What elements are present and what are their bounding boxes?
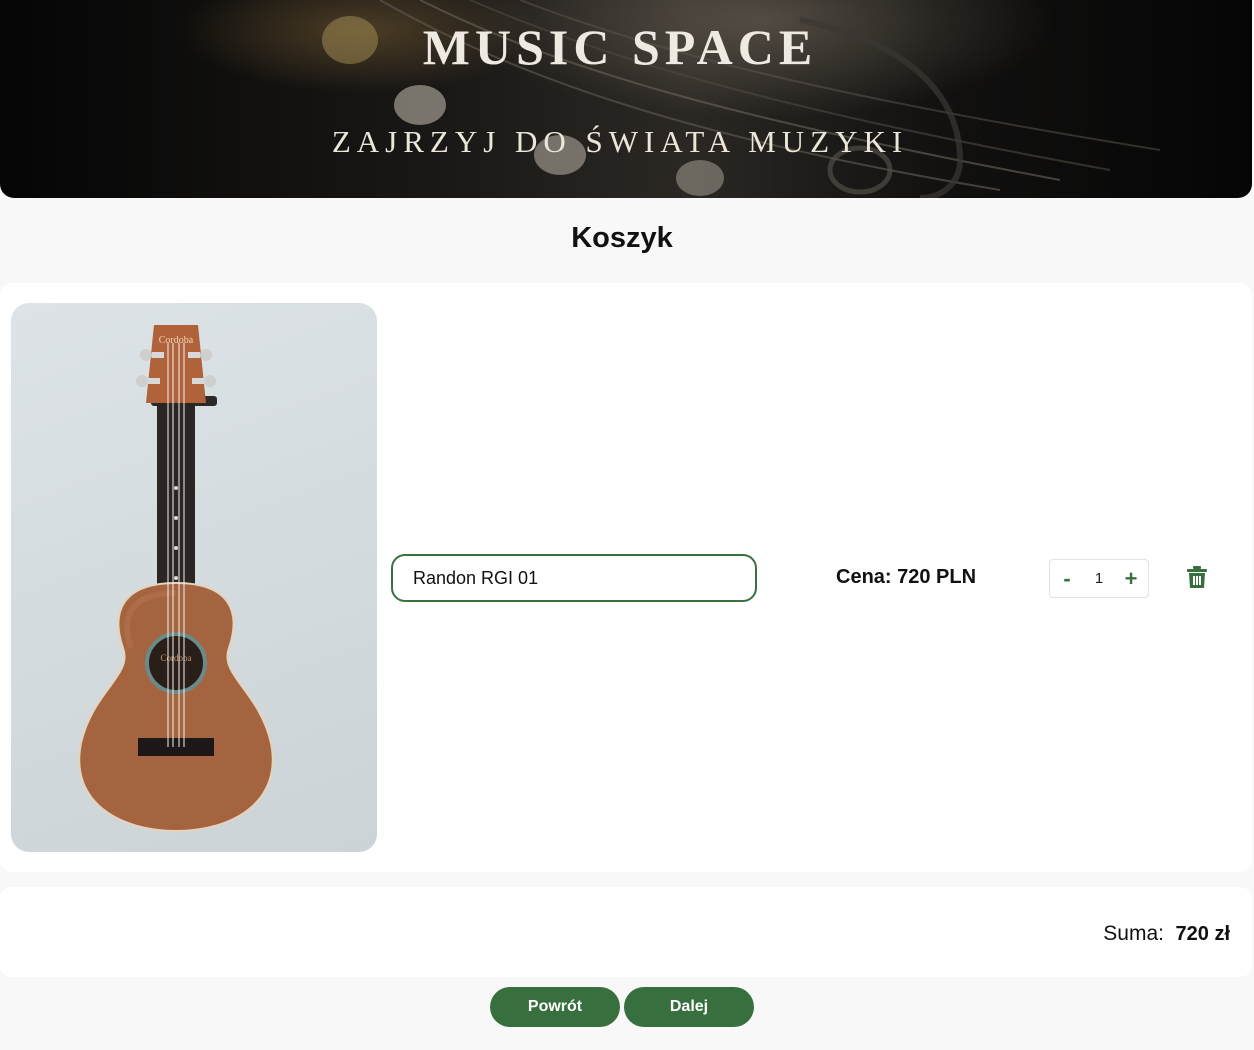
cart-item: Cordoba Cordoba Randon RGI 01 Cena: 720 … xyxy=(0,283,1252,872)
header-banner: MUSIC SPACE ZAJRZYJ DO ŚWIATA MUZYKI xyxy=(0,0,1252,198)
soundhole-brand-text: Cordoba xyxy=(161,653,192,663)
next-button[interactable]: Dalej xyxy=(624,987,754,1027)
ukulele-illustration: Cordoba Cordoba xyxy=(78,325,274,833)
product-image: Cordoba Cordoba xyxy=(11,303,377,852)
page-title: Koszyk xyxy=(571,222,673,254)
site-title: MUSIC SPACE xyxy=(422,19,818,75)
trash-icon[interactable] xyxy=(1186,565,1208,589)
increment-button[interactable]: + xyxy=(1122,567,1140,590)
total-value: 720 zł xyxy=(1175,923,1230,945)
headstock-brand-text: Cordoba xyxy=(159,335,194,346)
product-name-field[interactable]: Randon RGI 01 xyxy=(391,554,757,602)
quantity-stepper: - 1 + xyxy=(1049,559,1149,598)
cart-summary: Suma: 720 zł xyxy=(0,887,1252,977)
total-label: Suma: xyxy=(1103,922,1164,945)
site-subtitle: ZAJRZYJ DO ŚWIATA MUZYKI xyxy=(331,124,909,159)
decrement-button[interactable]: - xyxy=(1058,567,1076,590)
product-price: Cena: 720 PLN xyxy=(836,566,977,588)
back-button[interactable]: Powrót xyxy=(490,987,620,1027)
quantity-value[interactable]: 1 xyxy=(1084,570,1114,587)
